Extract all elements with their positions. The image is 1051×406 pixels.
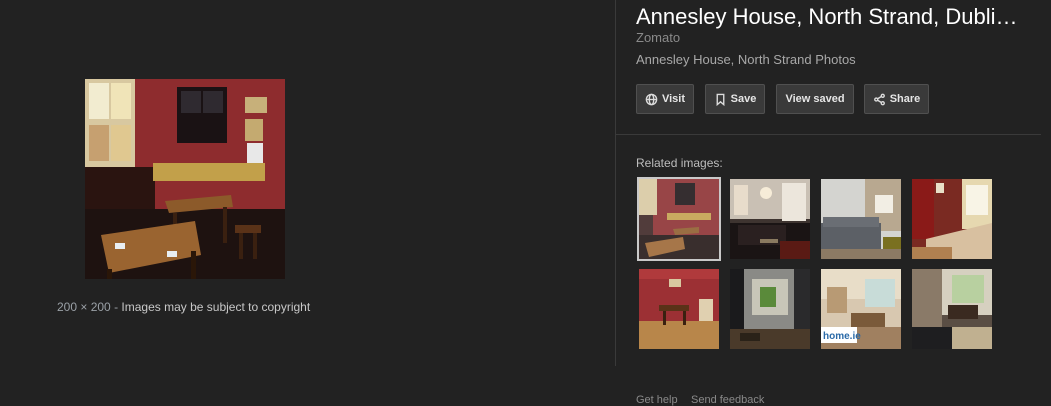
related-images-label: Related images:: [636, 156, 723, 170]
related-image-thumb[interactable]: [730, 179, 810, 259]
preview-image[interactable]: [85, 79, 285, 279]
view-saved-label: View saved: [785, 93, 845, 105]
related-image-thumb[interactable]: [730, 269, 810, 349]
visit-label: Visit: [661, 93, 686, 105]
get-help-link[interactable]: Get help: [636, 394, 678, 406]
related-image-thumb[interactable]: [821, 179, 901, 259]
visit-button[interactable]: Visit: [636, 84, 694, 114]
related-image-thumb[interactable]: [637, 177, 721, 261]
preview-photo: [85, 79, 285, 279]
image-title[interactable]: Annesley House, North Strand, Dubli…: [636, 4, 1041, 30]
image-subtitle[interactable]: Annesley House, North Strand Photos: [636, 52, 856, 67]
share-label: Share: [889, 93, 921, 105]
image-dimensions: 200 × 200: [57, 300, 111, 314]
related-image-thumb[interactable]: home.ie: [821, 269, 901, 349]
save-label: Save: [730, 93, 757, 105]
image-source[interactable]: Zomato: [636, 30, 680, 45]
svg-text:home.ie: home.ie: [823, 331, 861, 342]
image-meta: 200 × 200 - Images may be subject to cop…: [57, 300, 310, 314]
related-image-thumb[interactable]: [912, 179, 992, 259]
panel-divider: [615, 0, 616, 366]
share-icon: [873, 93, 885, 105]
meta-separator: -: [114, 300, 119, 314]
share-button[interactable]: Share: [864, 84, 929, 114]
section-divider: [615, 134, 1041, 135]
copyright-notice: Images may be subject to copyright: [121, 300, 311, 314]
bookmark-icon: [716, 93, 725, 106]
globe-icon: [645, 93, 658, 105]
save-button[interactable]: Save: [705, 84, 765, 114]
view-saved-button[interactable]: View saved: [776, 84, 854, 114]
related-image-thumb[interactable]: [639, 269, 719, 349]
related-image-thumb[interactable]: [912, 269, 992, 349]
send-feedback-link[interactable]: Send feedback: [691, 394, 764, 406]
